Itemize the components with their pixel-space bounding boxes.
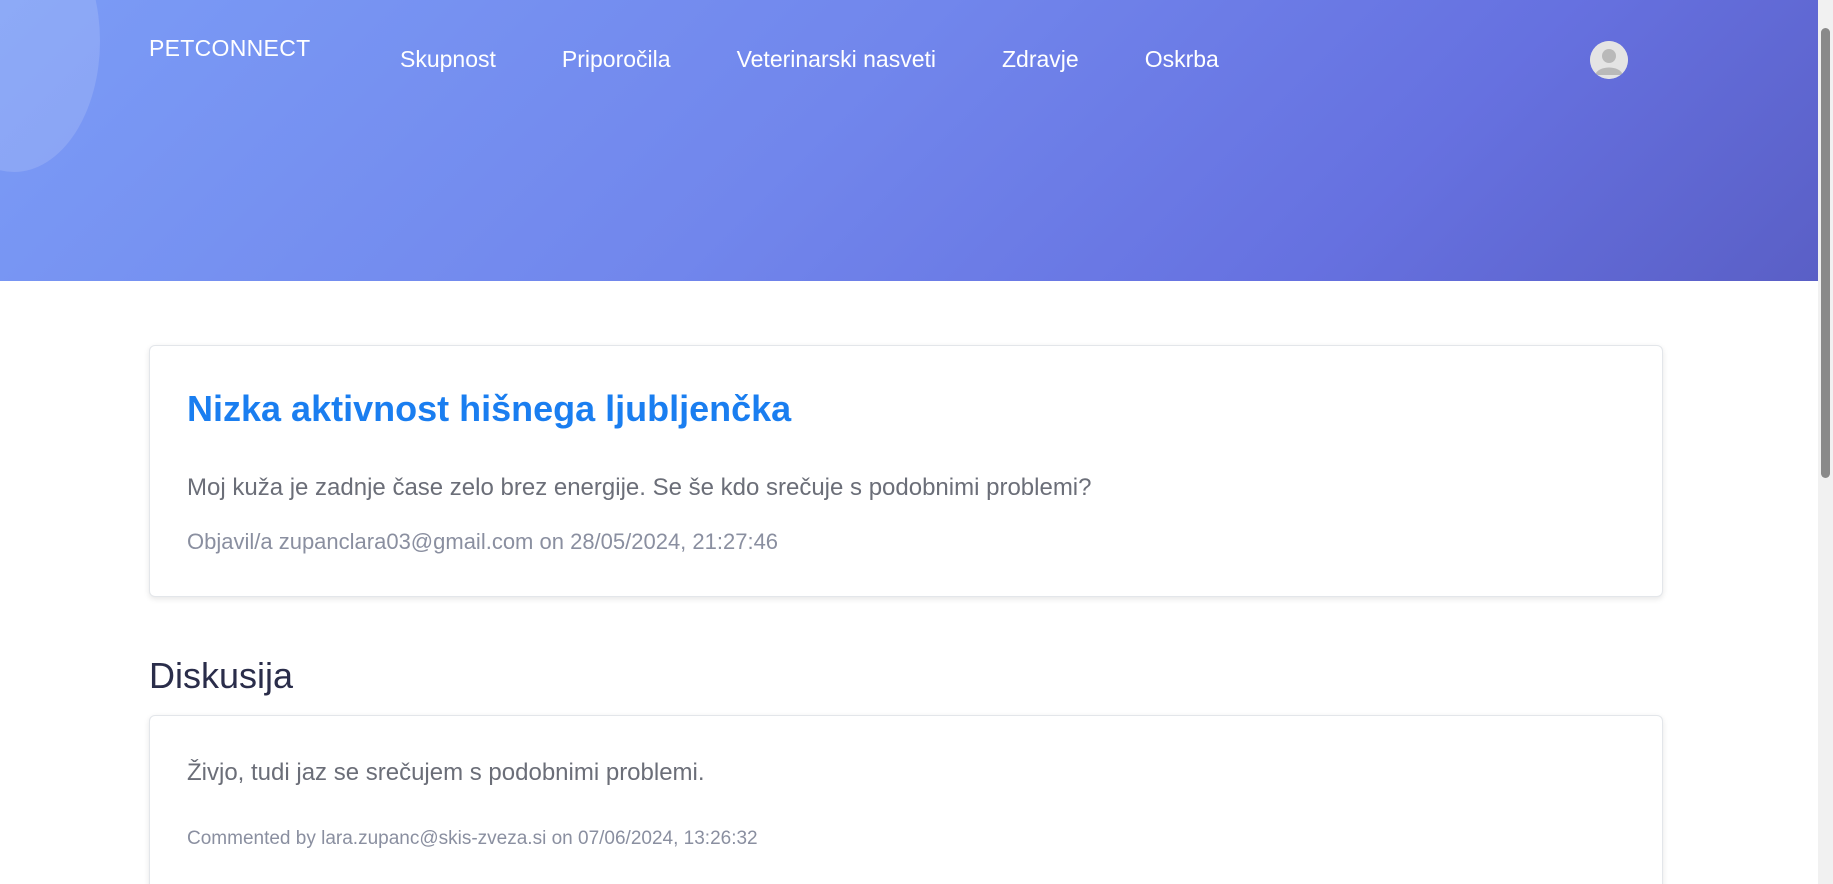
post-meta: Objavil/a zupanclara03@gmail.com on 28/0…: [187, 529, 779, 554]
comment-meta: Commented by lara.zupanc@skis-zveza.si o…: [187, 828, 758, 849]
main-nav: Skupnost Priporočila Veterinarski nasvet…: [400, 46, 1285, 73]
brand-logo[interactable]: PETCONNECT: [149, 35, 310, 62]
user-avatar-icon[interactable]: [1590, 41, 1628, 79]
discussion-title: Diskusija: [149, 655, 294, 696]
post-body: Moj kuža je zadnje čase zelo brez energi…: [187, 474, 1092, 501]
post-card: Nizka aktivnost hišnega ljubljenčka Moj …: [149, 345, 1663, 597]
hero-header: PETCONNECT Skupnost Priporočila Veterina…: [0, 0, 1818, 281]
nav-link-oskrba[interactable]: Oskrba: [1145, 46, 1219, 73]
comment-card: Živjo, tudi jaz se srečujem s podobnimi …: [149, 715, 1663, 884]
comment-body: Živjo, tudi jaz se srečujem s podobnimi …: [187, 759, 705, 786]
post-title: Nizka aktivnost hišnega ljubljenčka: [187, 388, 792, 429]
decorative-circle: [0, 0, 100, 172]
nav-link-zdravje[interactable]: Zdravje: [1002, 46, 1079, 73]
vertical-scrollbar[interactable]: [1818, 0, 1833, 884]
page: PETCONNECT Skupnost Priporočila Veterina…: [0, 0, 1833, 884]
nav-link-skupnost[interactable]: Skupnost: [400, 46, 496, 73]
scrollbar-thumb[interactable]: [1821, 28, 1830, 478]
nav-link-priporocila[interactable]: Priporočila: [562, 46, 671, 73]
nav-link-veterinarski-nasveti[interactable]: Veterinarski nasveti: [737, 46, 936, 73]
